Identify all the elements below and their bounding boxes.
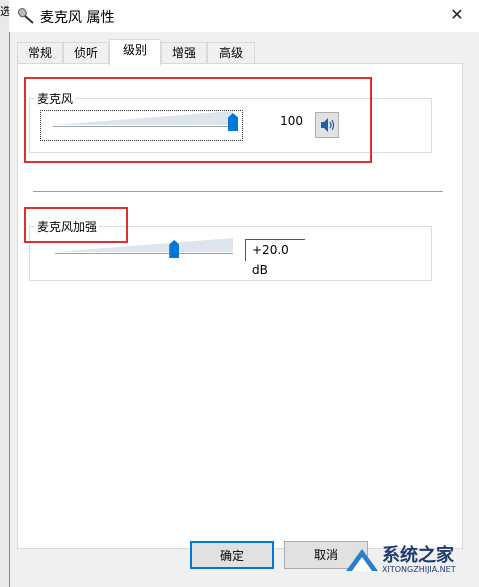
watermark-logo-icon <box>346 549 378 571</box>
boost-label: 麦克风加强 <box>35 218 100 235</box>
close-icon[interactable]: ✕ <box>446 4 468 26</box>
watermark-text: 系统之家 <box>382 545 454 566</box>
separator <box>33 191 443 192</box>
microphone-label: 麦克风 <box>35 90 76 107</box>
speaker-icon <box>321 118 335 132</box>
boost-value: +20.0 dB <box>245 239 305 277</box>
boost-slider-baseline <box>55 253 233 254</box>
mute-toggle-button[interactable] <box>315 112 339 138</box>
tab-levels[interactable]: 级别 <box>109 39 161 66</box>
tab-advanced[interactable]: 高级 <box>207 42 255 64</box>
microphone-value: 100 <box>280 114 303 128</box>
tab-general[interactable]: 常规 <box>17 42 63 64</box>
watermark: 系统之家 XITONGZHIJIA.NET <box>340 535 479 587</box>
watermark-subtext: XITONGZHIJIA.NET <box>382 565 456 574</box>
tab-listen[interactable]: 侦听 <box>63 42 109 64</box>
tab-enhancements[interactable]: 增强 <box>161 42 207 64</box>
window-title: 麦克风 属性 <box>40 10 115 26</box>
ok-button[interactable]: 确定 <box>190 541 274 569</box>
microphone-icon <box>17 6 37 26</box>
microphone-slider-baseline <box>53 126 233 127</box>
